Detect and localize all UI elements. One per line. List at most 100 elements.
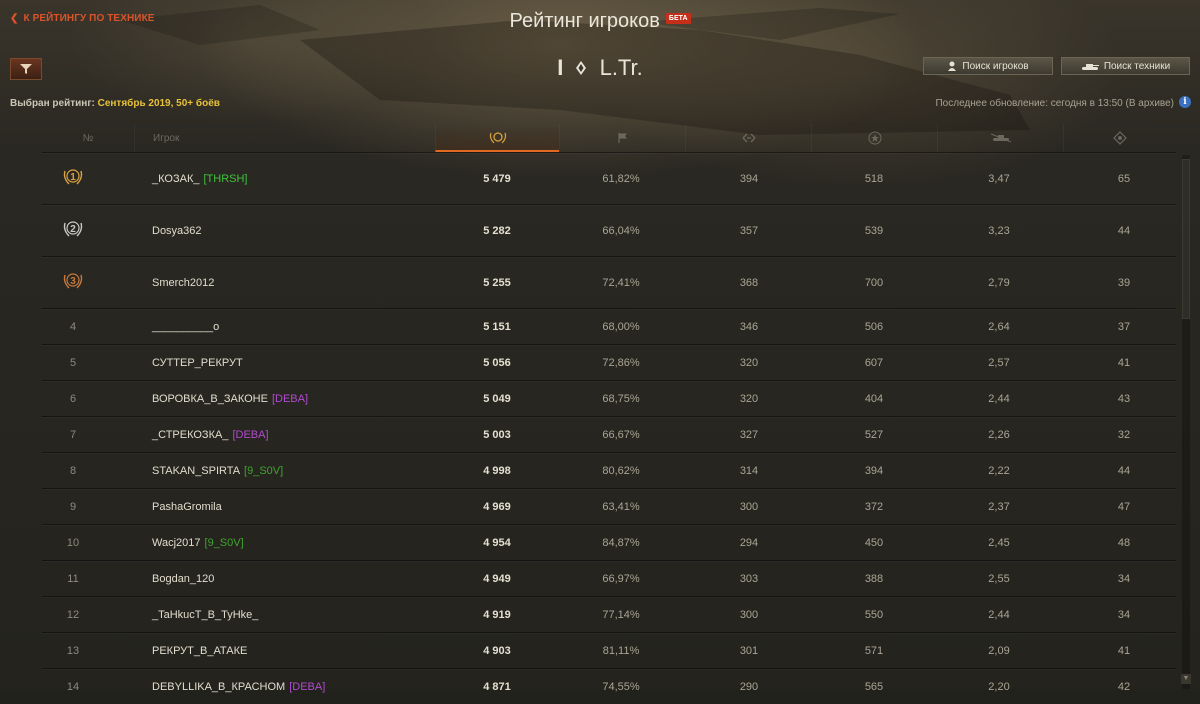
player-cell: STAKAN_SPIRTA [9_S0V] [152,453,452,488]
player-name[interactable]: DEBYLLIKA_B_КРАСНОМ [152,681,285,693]
player-name[interactable]: Bogdan_120 [152,573,214,585]
avg-damage-value: 368 [739,276,759,289]
table-row[interactable]: 9 PashaGromila 4 969 63,41% 300 372 2,37… [42,488,1176,524]
avg-spotted-value: 37 [1117,320,1131,333]
rating-value: 5 255 [483,276,511,289]
damage-icon [742,133,755,143]
player-name[interactable]: ВОРОВКА_В_ЗАКОНЕ [152,393,268,405]
table-row[interactable]: 14 DEBYLLIKA_B_КРАСНОМ [DEBA] 4 871 74,55… [42,668,1176,704]
scrollbar[interactable]: ▼ [1180,155,1192,689]
player-name[interactable]: _TaHkucT_B_TyHke_ [152,609,258,621]
column-avg-spotted[interactable] [1063,124,1176,152]
avg-frags-value: 3,23 [988,224,1010,237]
avg-frags-value: 2,37 [988,500,1010,513]
column-rank[interactable]: № [42,124,134,152]
player-cell: _СТРЕКОЗКА_ [DEBA] [152,417,452,452]
table-row[interactable]: 3 Smerch2012 5 255 72,41% 368 700 2,79 3… [42,256,1176,308]
player-name[interactable]: СУТТЕР_РЕКРУТ [152,357,243,369]
player-cell: РЕКРУТ_В_АТАКЕ [152,633,452,668]
avg-frags-value: 2,57 [988,356,1010,369]
info-icon[interactable]: i [1179,96,1191,108]
avg-frags-value: 2,45 [988,536,1010,549]
column-rating[interactable] [435,124,559,152]
rank-number: 12 [66,608,80,621]
avg-experience-value: 506 [864,320,884,333]
rating-laurel-icon [489,132,506,144]
avg-damage-value: 300 [739,608,759,621]
rank-number: 11 [67,572,79,585]
player-name[interactable]: РЕКРУТ_В_АТАКЕ [152,645,247,657]
table-row[interactable]: 5 СУТТЕР_РЕКРУТ 5 056 72,86% 320 607 2,5… [42,344,1176,380]
player-name[interactable]: Dosya362 [152,225,202,237]
table-row[interactable]: 13 РЕКРУТ_В_АТАКЕ 4 903 81,11% 301 571 2… [42,632,1176,668]
column-avg-experience[interactable] [811,124,937,152]
column-player[interactable]: Игрок [134,124,435,152]
rating-value: 4 903 [483,644,511,657]
column-avg-frags[interactable] [937,124,1063,152]
clan-tag[interactable]: [DEBA] [232,429,268,441]
clan-tag[interactable]: [9_S0V] [205,537,244,549]
rank-number: 4 [69,320,77,333]
search-players-button[interactable]: Поиск игроков [923,57,1053,75]
player-cell: DEBYLLIKA_B_КРАСНОМ [DEBA] [152,669,452,704]
clan-tag[interactable]: [DEBA] [272,393,308,405]
table-row[interactable]: 2 Dosya362 5 282 66,04% 357 539 3,23 44 [42,204,1176,256]
rating-value: 5 282 [483,224,511,237]
rating-value: 4 954 [483,536,511,549]
scrollbar-thumb[interactable] [1182,159,1190,319]
rank-cell: 11 [42,561,104,596]
scroll-down-arrow-icon[interactable]: ▼ [1181,674,1191,684]
rating-value: 4 969 [483,500,511,513]
table-row[interactable]: 6 ВОРОВКА_В_ЗАКОНЕ [DEBA] 5 049 68,75% 32… [42,380,1176,416]
avg-damage-value: 290 [739,680,759,693]
table-row[interactable]: 11 Bogdan_120 4 949 66,97% 303 388 2,55 … [42,560,1176,596]
selected-rating-value[interactable]: Сентябрь 2019, 50+ боёв [98,98,220,109]
rank-cell: 13 [42,633,104,668]
rank-cell: 10 [42,525,104,560]
clan-tag[interactable]: [9_S0V] [244,465,283,477]
table-row[interactable]: 7 _СТРЕКОЗКА_ [DEBA] 5 003 66,67% 327 527… [42,416,1176,452]
player-name[interactable]: Smerch2012 [152,277,214,289]
search-vehicles-button[interactable]: Поиск техники [1061,57,1190,75]
player-name[interactable]: PashaGromila [152,501,222,513]
rank-cell: 8 [42,453,104,488]
avg-damage-value: 301 [739,644,759,657]
avg-frags-value: 2,55 [988,572,1010,585]
rating-table: 1 _КОЗАК_ [THRSH] 5 479 61,82% 394 518 3,… [42,152,1176,704]
column-avg-damage[interactable] [685,124,811,152]
beta-badge: БЕТА [665,13,691,24]
rank-cell: 6 [42,381,104,416]
rank-number: 8 [69,464,77,477]
rank-cell: 12 [42,597,104,632]
player-name[interactable]: Wacj2017 [152,537,201,549]
win-rate-value: 68,75% [602,392,640,405]
vehicle-tier: I [557,55,564,80]
player-name[interactable]: STAKAN_SPIRTA [152,465,240,477]
table-row[interactable]: 12 _TaHkucT_B_TyHke_ 4 919 77,14% 300 55… [42,596,1176,632]
player-name[interactable]: _КОЗАК_ [152,173,199,185]
player-cell: Bogdan_120 [152,561,452,596]
avg-frags-value: 2,64 [988,320,1010,333]
avg-damage-value: 303 [739,572,759,585]
user-icon [948,61,957,71]
rank-number: 5 [69,356,77,369]
rating-value: 5 151 [483,320,511,333]
table-row[interactable]: 8 STAKAN_SPIRTA [9_S0V] 4 998 80,62% 314 … [42,452,1176,488]
table-row[interactable]: 1 _КОЗАК_ [THRSH] 5 479 61,82% 394 518 3,… [42,152,1176,204]
player-cell: Smerch2012 [152,257,452,308]
player-cell: _TaHkucT_B_TyHke_ [152,597,452,632]
rank-number: 1 [70,171,76,183]
rank-number: 2 [70,223,76,235]
player-cell: __________o [152,309,452,344]
player-name[interactable]: _СТРЕКОЗКА_ [152,429,228,441]
clan-tag[interactable]: [THRSH] [203,173,247,185]
rank-cell: 14 [42,669,104,704]
avg-frags-value: 2,79 [988,276,1010,289]
rating-value: 4 871 [483,680,511,693]
table-row[interactable]: 4 __________o 5 151 68,00% 346 506 2,64 … [42,308,1176,344]
player-name[interactable]: __________o [152,321,219,333]
rank-number: 10 [66,536,80,549]
column-win-rate[interactable] [559,124,685,152]
clan-tag[interactable]: [DEBA] [289,681,325,693]
table-row[interactable]: 10 Wacj2017 [9_S0V] 4 954 84,87% 294 450 … [42,524,1176,560]
